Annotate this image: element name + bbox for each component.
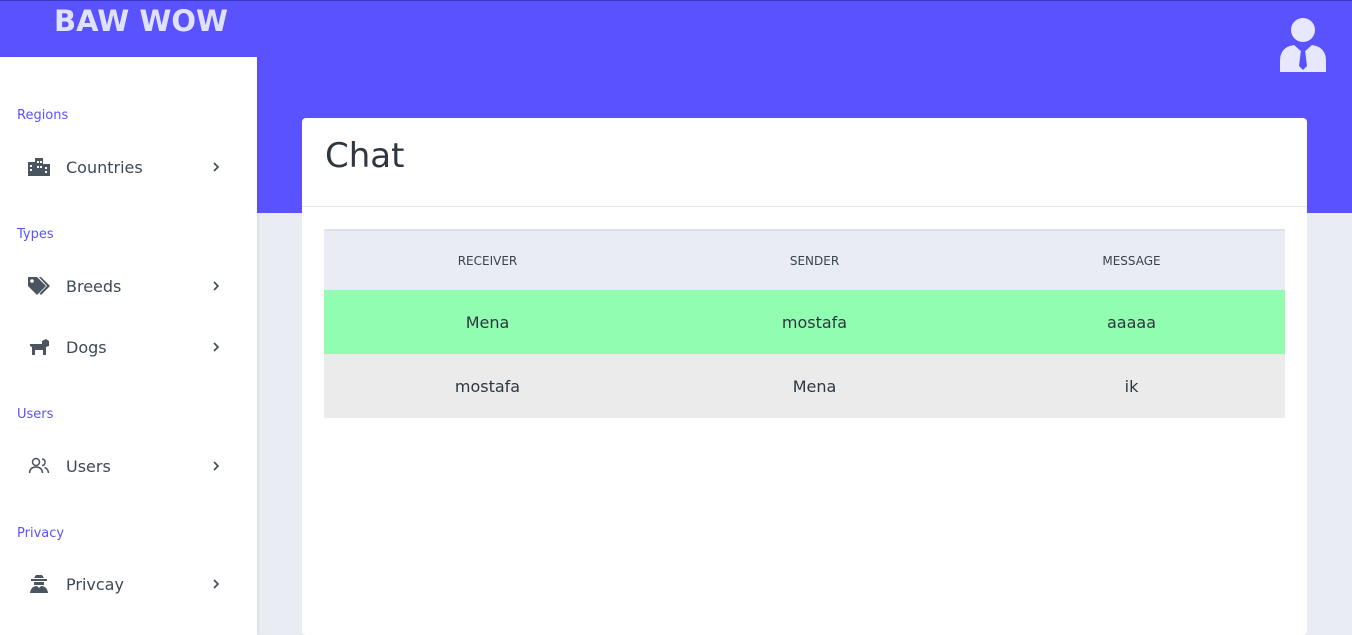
page-title: Chat (325, 136, 405, 176)
sidebar: Regions Countries Types Breeds Dogs User… (0, 57, 257, 635)
sidebar-item-users[interactable]: Users (0, 446, 257, 486)
table-header: RECEIVER SENDER MESSAGE (324, 229, 1285, 290)
section-label-privacy: Privacy (17, 526, 65, 541)
sidebar-item-label: Dogs (66, 337, 107, 357)
chevron-right-icon (213, 342, 220, 352)
app-title[interactable]: BAW WOW (54, 4, 228, 38)
section-label-users: Users (17, 407, 54, 422)
sidebar-item-privacy[interactable]: Privcay (0, 564, 257, 604)
city-icon (26, 156, 52, 178)
table-row[interactable]: Mena mostafa aaaaa (324, 290, 1285, 354)
tags-icon (26, 275, 52, 297)
card-divider (302, 206, 1307, 207)
user-secret-icon (26, 573, 52, 595)
section-label-regions: Regions (17, 108, 69, 123)
chevron-right-icon (213, 461, 220, 471)
dog-icon (26, 336, 52, 358)
sidebar-item-label: Users (66, 456, 111, 476)
sidebar-item-label: Privcay (66, 574, 124, 594)
column-header-sender[interactable]: SENDER (651, 254, 978, 268)
column-header-message[interactable]: MESSAGE (978, 254, 1285, 268)
user-avatar-icon[interactable] (1278, 17, 1328, 73)
chevron-right-icon (213, 162, 220, 172)
chat-card: Chat RECEIVER SENDER MESSAGE Mena mostaf… (302, 118, 1307, 635)
section-label-types: Types (17, 227, 54, 242)
sidebar-item-label: Breeds (66, 276, 122, 296)
users-icon (26, 455, 52, 477)
cell-receiver: mostafa (454, 376, 521, 396)
chevron-right-icon (213, 579, 220, 589)
column-header-receiver[interactable]: RECEIVER (324, 254, 651, 268)
chevron-right-icon (213, 281, 220, 291)
sidebar-item-label: Countries (66, 157, 143, 177)
top-border (0, 0, 1352, 1)
sidebar-item-breeds[interactable]: Breeds (0, 266, 257, 306)
cell-sender: Mena (792, 376, 837, 396)
table-row[interactable]: mostafa Mena ik (324, 354, 1285, 418)
sidebar-item-countries[interactable]: Countries (0, 147, 257, 187)
chat-table: RECEIVER SENDER MESSAGE Mena mostafa aaa… (324, 229, 1285, 418)
cell-receiver: Mena (465, 312, 510, 332)
cell-message: aaaaa (1106, 312, 1157, 332)
sidebar-item-dogs[interactable]: Dogs (0, 327, 257, 367)
cell-sender: mostafa (781, 312, 848, 332)
cell-message: ik (1124, 376, 1139, 396)
